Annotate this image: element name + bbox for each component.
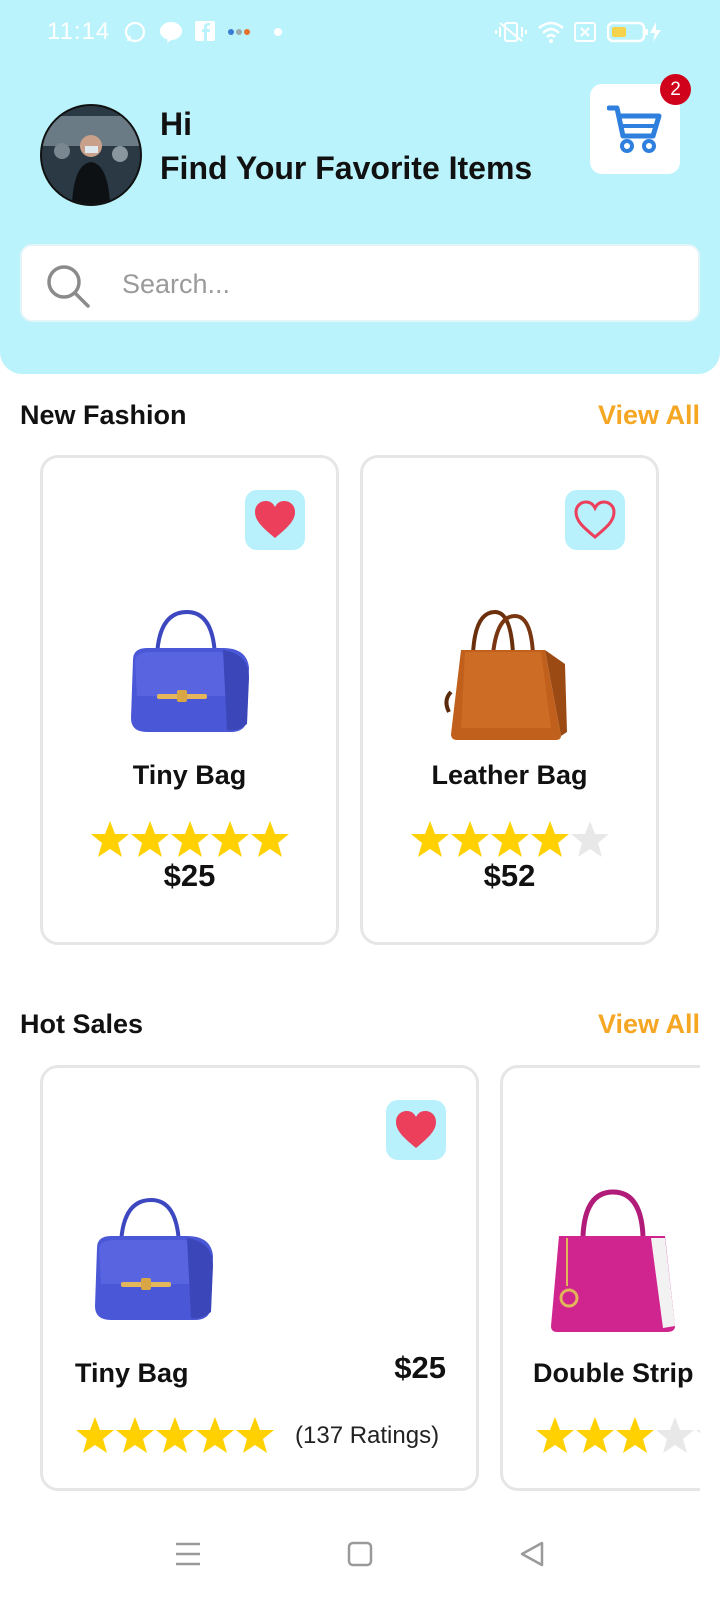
- rating-stars: [90, 819, 290, 859]
- product-card[interactable]: Leather Bag $52: [360, 455, 659, 945]
- whatsapp-icon: [123, 20, 147, 49]
- search-bar[interactable]: [20, 244, 700, 322]
- avatar[interactable]: [40, 104, 142, 206]
- line-icon: [158, 20, 184, 49]
- star-icon: [571, 821, 609, 857]
- product-name: Double Strip Bag: [533, 1358, 700, 1388]
- star-icon: [236, 1417, 274, 1453]
- section-title-new-fashion: New Fashion: [20, 400, 187, 430]
- product-name: Tiny Bag: [75, 1358, 189, 1388]
- cart-badge: 2: [660, 74, 691, 105]
- search-icon: [47, 265, 90, 308]
- search-input[interactable]: [120, 260, 684, 308]
- star-icon: [156, 1417, 194, 1453]
- rating-stars: [535, 1415, 700, 1455]
- bag-image: [131, 609, 249, 732]
- cart-icon: [607, 105, 662, 153]
- vibrate-icon: [494, 20, 528, 49]
- battery-icon: [606, 20, 663, 49]
- product-name: Leather Bag: [431, 760, 588, 790]
- star-icon: [536, 1417, 574, 1453]
- favorite-button[interactable]: [565, 490, 625, 550]
- view-all-new-fashion[interactable]: View All: [598, 400, 700, 431]
- star-icon: [576, 1417, 614, 1453]
- hot-sales-carousel[interactable]: Tiny Bag $25 (137 Ratings) Double Strip …: [0, 1060, 700, 1500]
- star-icon: [116, 1417, 154, 1453]
- greeting: Hi: [160, 106, 192, 142]
- star-icon: [76, 1417, 114, 1453]
- back-icon[interactable]: [518, 1540, 546, 1568]
- system-nav-bar: [0, 1500, 720, 1600]
- star-icon: [411, 821, 449, 857]
- star-icon: [211, 821, 249, 857]
- status-bar: 11:14: [0, 0, 720, 64]
- star-icon: [656, 1417, 694, 1453]
- rating-stars: [410, 819, 610, 859]
- star-icon: [616, 1417, 654, 1453]
- home-icon[interactable]: [346, 1540, 374, 1568]
- product-card[interactable]: Tiny Bag $25 (137 Ratings): [40, 1065, 479, 1491]
- star-icon: [251, 821, 289, 857]
- heart-filled-icon: [396, 1111, 436, 1148]
- star-icon: [491, 821, 529, 857]
- star-icon: [171, 821, 209, 857]
- product-price: $25: [163, 858, 216, 893]
- bag-image: [444, 609, 567, 740]
- star-icon: [696, 1430, 700, 1434]
- ratings-count: (137 Ratings): [295, 1422, 440, 1449]
- product-price: $25: [394, 1350, 446, 1385]
- heart-outline-icon: [574, 500, 616, 539]
- star-icon: [451, 821, 489, 857]
- star-icon: [131, 821, 169, 857]
- rating-stars: [75, 1415, 275, 1455]
- more-notifications-icon: [226, 20, 254, 49]
- favorite-button[interactable]: [386, 1100, 446, 1160]
- no-sim-icon: [573, 20, 597, 49]
- star-icon: [531, 821, 569, 857]
- status-time: 11:14: [47, 18, 111, 45]
- greeting-subtitle: Find Your Favorite Items: [160, 150, 533, 186]
- star-icon: [196, 1417, 234, 1453]
- menu-icon[interactable]: [174, 1540, 202, 1568]
- product-card[interactable]: Tiny Bag $25: [40, 455, 339, 945]
- wifi-icon: [537, 20, 565, 49]
- star-icon: [91, 821, 129, 857]
- section-title-hot-sales: Hot Sales: [20, 1009, 144, 1039]
- header: 11:14 Hi Find Your Favorite Items 2 Sear…: [0, 0, 720, 374]
- product-card[interactable]: Double Strip Bag: [500, 1065, 700, 1491]
- facebook-icon: [194, 20, 216, 47]
- bag-image: [551, 1189, 675, 1332]
- favorite-button[interactable]: [245, 490, 305, 550]
- product-name: Tiny Bag: [132, 760, 247, 790]
- view-all-hot-sales[interactable]: View All: [598, 1009, 700, 1040]
- dot-icon: [272, 20, 284, 49]
- heart-filled-icon: [255, 501, 295, 538]
- bag-image: [95, 1197, 213, 1320]
- product-price: $52: [483, 858, 536, 893]
